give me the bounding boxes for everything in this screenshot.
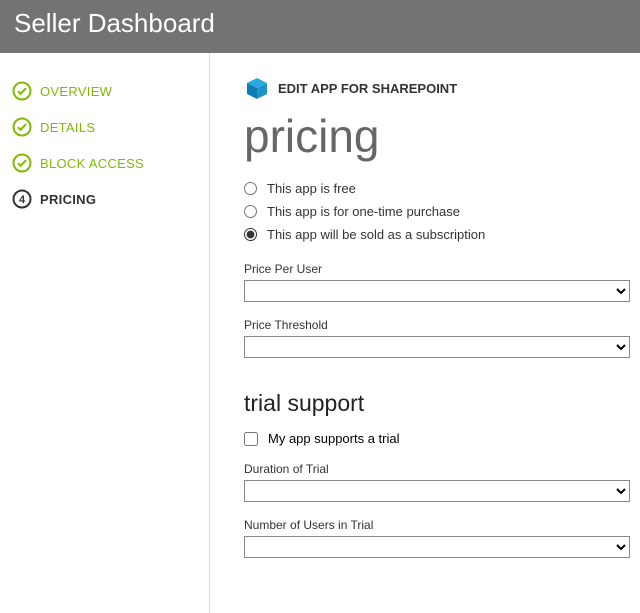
trial-checkbox-row[interactable]: My app supports a trial	[244, 431, 630, 446]
sidebar-item-overview[interactable]: OVERVIEW	[12, 81, 209, 101]
step-number-icon: 4	[12, 189, 32, 209]
radio-subscription-input[interactable]	[244, 228, 257, 241]
price-threshold-select[interactable]	[244, 336, 630, 358]
sidebar-item-block-access[interactable]: BLOCK ACCESS	[12, 153, 209, 173]
edit-app-header: EDIT APP FOR SHAREPOINT	[244, 75, 630, 101]
check-circle-icon	[12, 153, 32, 173]
price-threshold-label: Price Threshold	[244, 318, 630, 332]
svg-text:4: 4	[19, 194, 26, 206]
radio-free[interactable]: This app is free	[244, 181, 630, 196]
check-circle-icon	[12, 117, 32, 137]
radio-onetime[interactable]: This app is for one-time purchase	[244, 204, 630, 219]
radio-label: This app will be sold as a subscription	[267, 227, 485, 242]
trial-checkbox[interactable]	[244, 432, 258, 446]
price-per-user-label: Price Per User	[244, 262, 630, 276]
check-circle-icon	[12, 81, 32, 101]
main-content: EDIT APP FOR SHAREPOINT pricing This app…	[210, 53, 640, 613]
sidebar-item-label: BLOCK ACCESS	[40, 156, 144, 171]
sidebar: OVERVIEW DETAILS BLOCK ACCESS 4 PRICING	[0, 53, 210, 613]
radio-label: This app is for one-time purchase	[267, 204, 460, 219]
duration-of-trial-label: Duration of Trial	[244, 462, 630, 476]
section-heading-pricing: pricing	[244, 109, 630, 163]
sidebar-item-details[interactable]: DETAILS	[12, 117, 209, 137]
page-header: Seller Dashboard	[0, 0, 640, 53]
radio-free-input[interactable]	[244, 182, 257, 195]
trial-checkbox-label: My app supports a trial	[268, 431, 400, 446]
page-title: Seller Dashboard	[14, 8, 215, 38]
number-of-users-select[interactable]	[244, 536, 630, 558]
edit-app-label: EDIT APP FOR SHAREPOINT	[278, 81, 457, 96]
pricing-model-radios: This app is free This app is for one-tim…	[244, 181, 630, 242]
radio-onetime-input[interactable]	[244, 205, 257, 218]
cube-icon	[244, 75, 270, 101]
duration-of-trial-select[interactable]	[244, 480, 630, 502]
price-per-user-select[interactable]	[244, 280, 630, 302]
radio-label: This app is free	[267, 181, 356, 196]
sidebar-item-label: PRICING	[40, 192, 96, 207]
sidebar-item-pricing[interactable]: 4 PRICING	[12, 189, 209, 209]
radio-subscription[interactable]: This app will be sold as a subscription	[244, 227, 630, 242]
sidebar-item-label: DETAILS	[40, 120, 95, 135]
number-of-users-label: Number of Users in Trial	[244, 518, 630, 532]
sidebar-item-label: OVERVIEW	[40, 84, 112, 99]
section-heading-trial: trial support	[244, 390, 630, 417]
